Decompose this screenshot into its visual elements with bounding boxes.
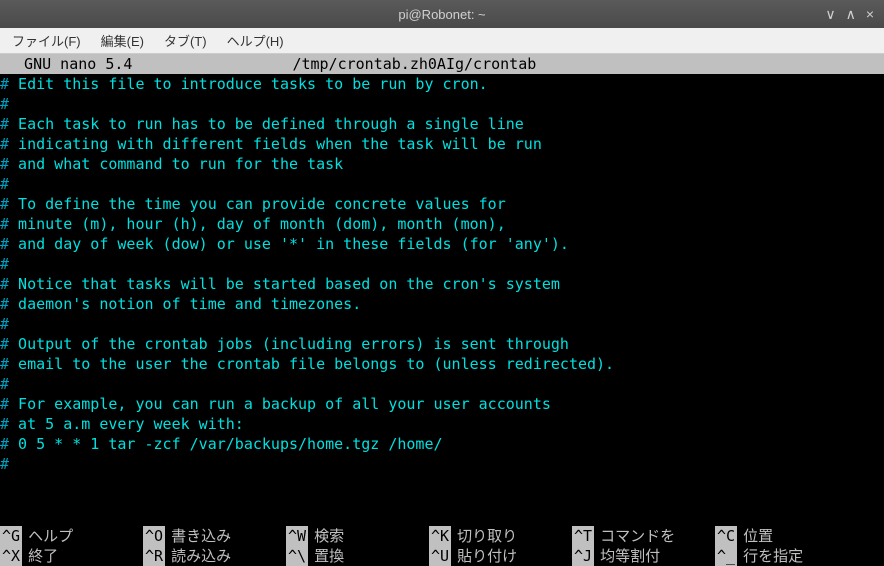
shortcut-key: ^O — [143, 526, 165, 546]
maximize-icon[interactable]: ∧ — [846, 7, 856, 21]
editor-line: # Output of the crontab jobs (including … — [0, 334, 884, 354]
editor-line: # minute (m), hour (h), day of month (do… — [0, 214, 884, 234]
editor-line: # Notice that tasks will be started base… — [0, 274, 884, 294]
shortcut[interactable]: ^R 読み込み — [143, 546, 286, 566]
editor-line: # and what command to run for the task — [0, 154, 884, 174]
editor-line: # 0 5 * * 1 tar -zcf /var/backups/home.t… — [0, 434, 884, 454]
shortcut[interactable]: ^X 終了 — [0, 546, 143, 566]
shortcut-row-2: ^X 終了 ^R 読み込み ^\ 置換 ^U 貼り付け ^J 均等割付 ^_ 行を指定 — [0, 546, 884, 566]
editor-line: # daemon's notion of time and timezones. — [0, 294, 884, 314]
shortcut-key: ^J — [572, 546, 594, 566]
editor-line: # — [0, 174, 884, 194]
shortcut[interactable]: ^W 検索 — [286, 526, 429, 546]
editor-line: # — [0, 94, 884, 114]
terminal-area[interactable]: GNU nano 5.4 /tmp/crontab.zh0AIg/crontab… — [0, 54, 884, 566]
nano-footer: ^G ヘルプ ^O 書き込み ^W 検索 ^K 切り取り ^T コマンドを ^C 位置 ^X 終了 ^R 読… — [0, 526, 884, 566]
shortcut-label: 書き込み — [171, 526, 231, 546]
shortcut-label: 検索 — [314, 526, 344, 546]
menu-file[interactable]: ファイル(F) — [4, 28, 89, 53]
shortcut-key: ^G — [0, 526, 22, 546]
nano-version: GNU nano 5.4 — [6, 54, 132, 74]
shortcut-label: 位置 — [743, 526, 773, 546]
editor-line: # Edit this file to introduce tasks to b… — [0, 74, 884, 94]
shortcut-key: ^X — [0, 546, 22, 566]
shortcut-key: ^R — [143, 546, 165, 566]
shortcut-label: 切り取り — [457, 526, 517, 546]
shortcut-row-1: ^G ヘルプ ^O 書き込み ^W 検索 ^K 切り取り ^T コマンドを ^C 位置 — [0, 526, 884, 546]
shortcut[interactable]: ^_ 行を指定 — [715, 546, 858, 566]
shortcut[interactable]: ^G ヘルプ — [0, 526, 143, 546]
nano-filepath: /tmp/crontab.zh0AIg/crontab — [292, 54, 536, 74]
editor-line: # at 5 a.m every week with: — [0, 414, 884, 434]
menu-tabs[interactable]: タブ(T) — [156, 28, 215, 53]
shortcut-key: ^_ — [715, 546, 737, 566]
editor-line: # Each task to run has to be defined thr… — [0, 114, 884, 134]
nano-editor-body[interactable]: # Edit this file to introduce tasks to b… — [0, 74, 884, 526]
shortcut-key: ^W — [286, 526, 308, 546]
shortcut-label: 読み込み — [171, 546, 231, 566]
shortcut-key: ^U — [429, 546, 451, 566]
titlebar[interactable]: pi@Robonet: ~ ∨ ∧ × — [0, 0, 884, 28]
nano-header: GNU nano 5.4 /tmp/crontab.zh0AIg/crontab — [0, 54, 884, 74]
shortcut[interactable]: ^J 均等割付 — [572, 546, 715, 566]
editor-line: # and day of week (dow) or use '*' in th… — [0, 234, 884, 254]
menu-help[interactable]: ヘルプ(H) — [219, 28, 292, 53]
editor-line: # — [0, 314, 884, 334]
shortcut-label: 終了 — [28, 546, 58, 566]
minimize-icon[interactable]: ∨ — [825, 7, 835, 21]
editor-line: # To define the time you can provide con… — [0, 194, 884, 214]
shortcut[interactable]: ^O 書き込み — [143, 526, 286, 546]
shortcut[interactable]: ^K 切り取り — [429, 526, 572, 546]
shortcut-key: ^\ — [286, 546, 308, 566]
editor-line: # — [0, 454, 884, 474]
shortcut[interactable]: ^U 貼り付け — [429, 546, 572, 566]
editor-line: # email to the user the crontab file bel… — [0, 354, 884, 374]
shortcut[interactable]: ^\ 置換 — [286, 546, 429, 566]
close-icon[interactable]: × — [866, 7, 874, 21]
terminal-window: pi@Robonet: ~ ∨ ∧ × ファイル(F) 編集(E) タブ(T) … — [0, 0, 884, 566]
window-controls: ∨ ∧ × — [825, 7, 874, 21]
editor-line: # For example, you can run a backup of a… — [0, 394, 884, 414]
shortcut-label: 行を指定 — [743, 546, 803, 566]
window-title: pi@Robonet: ~ — [8, 7, 876, 22]
editor-line: # — [0, 254, 884, 274]
shortcut-key: ^C — [715, 526, 737, 546]
shortcut-key: ^T — [572, 526, 594, 546]
shortcut-label: 均等割付 — [600, 546, 660, 566]
editor-line: # — [0, 374, 884, 394]
shortcut-label: 置換 — [314, 546, 344, 566]
menu-edit[interactable]: 編集(E) — [93, 28, 152, 53]
shortcut-label: 貼り付け — [457, 546, 517, 566]
shortcut-key: ^K — [429, 526, 451, 546]
shortcut-label: コマンドを — [600, 526, 675, 546]
menubar: ファイル(F) 編集(E) タブ(T) ヘルプ(H) — [0, 28, 884, 54]
editor-line: # indicating with different fields when … — [0, 134, 884, 154]
shortcut-label: ヘルプ — [28, 526, 73, 546]
shortcut[interactable]: ^C 位置 — [715, 526, 858, 546]
shortcut[interactable]: ^T コマンドを — [572, 526, 715, 546]
